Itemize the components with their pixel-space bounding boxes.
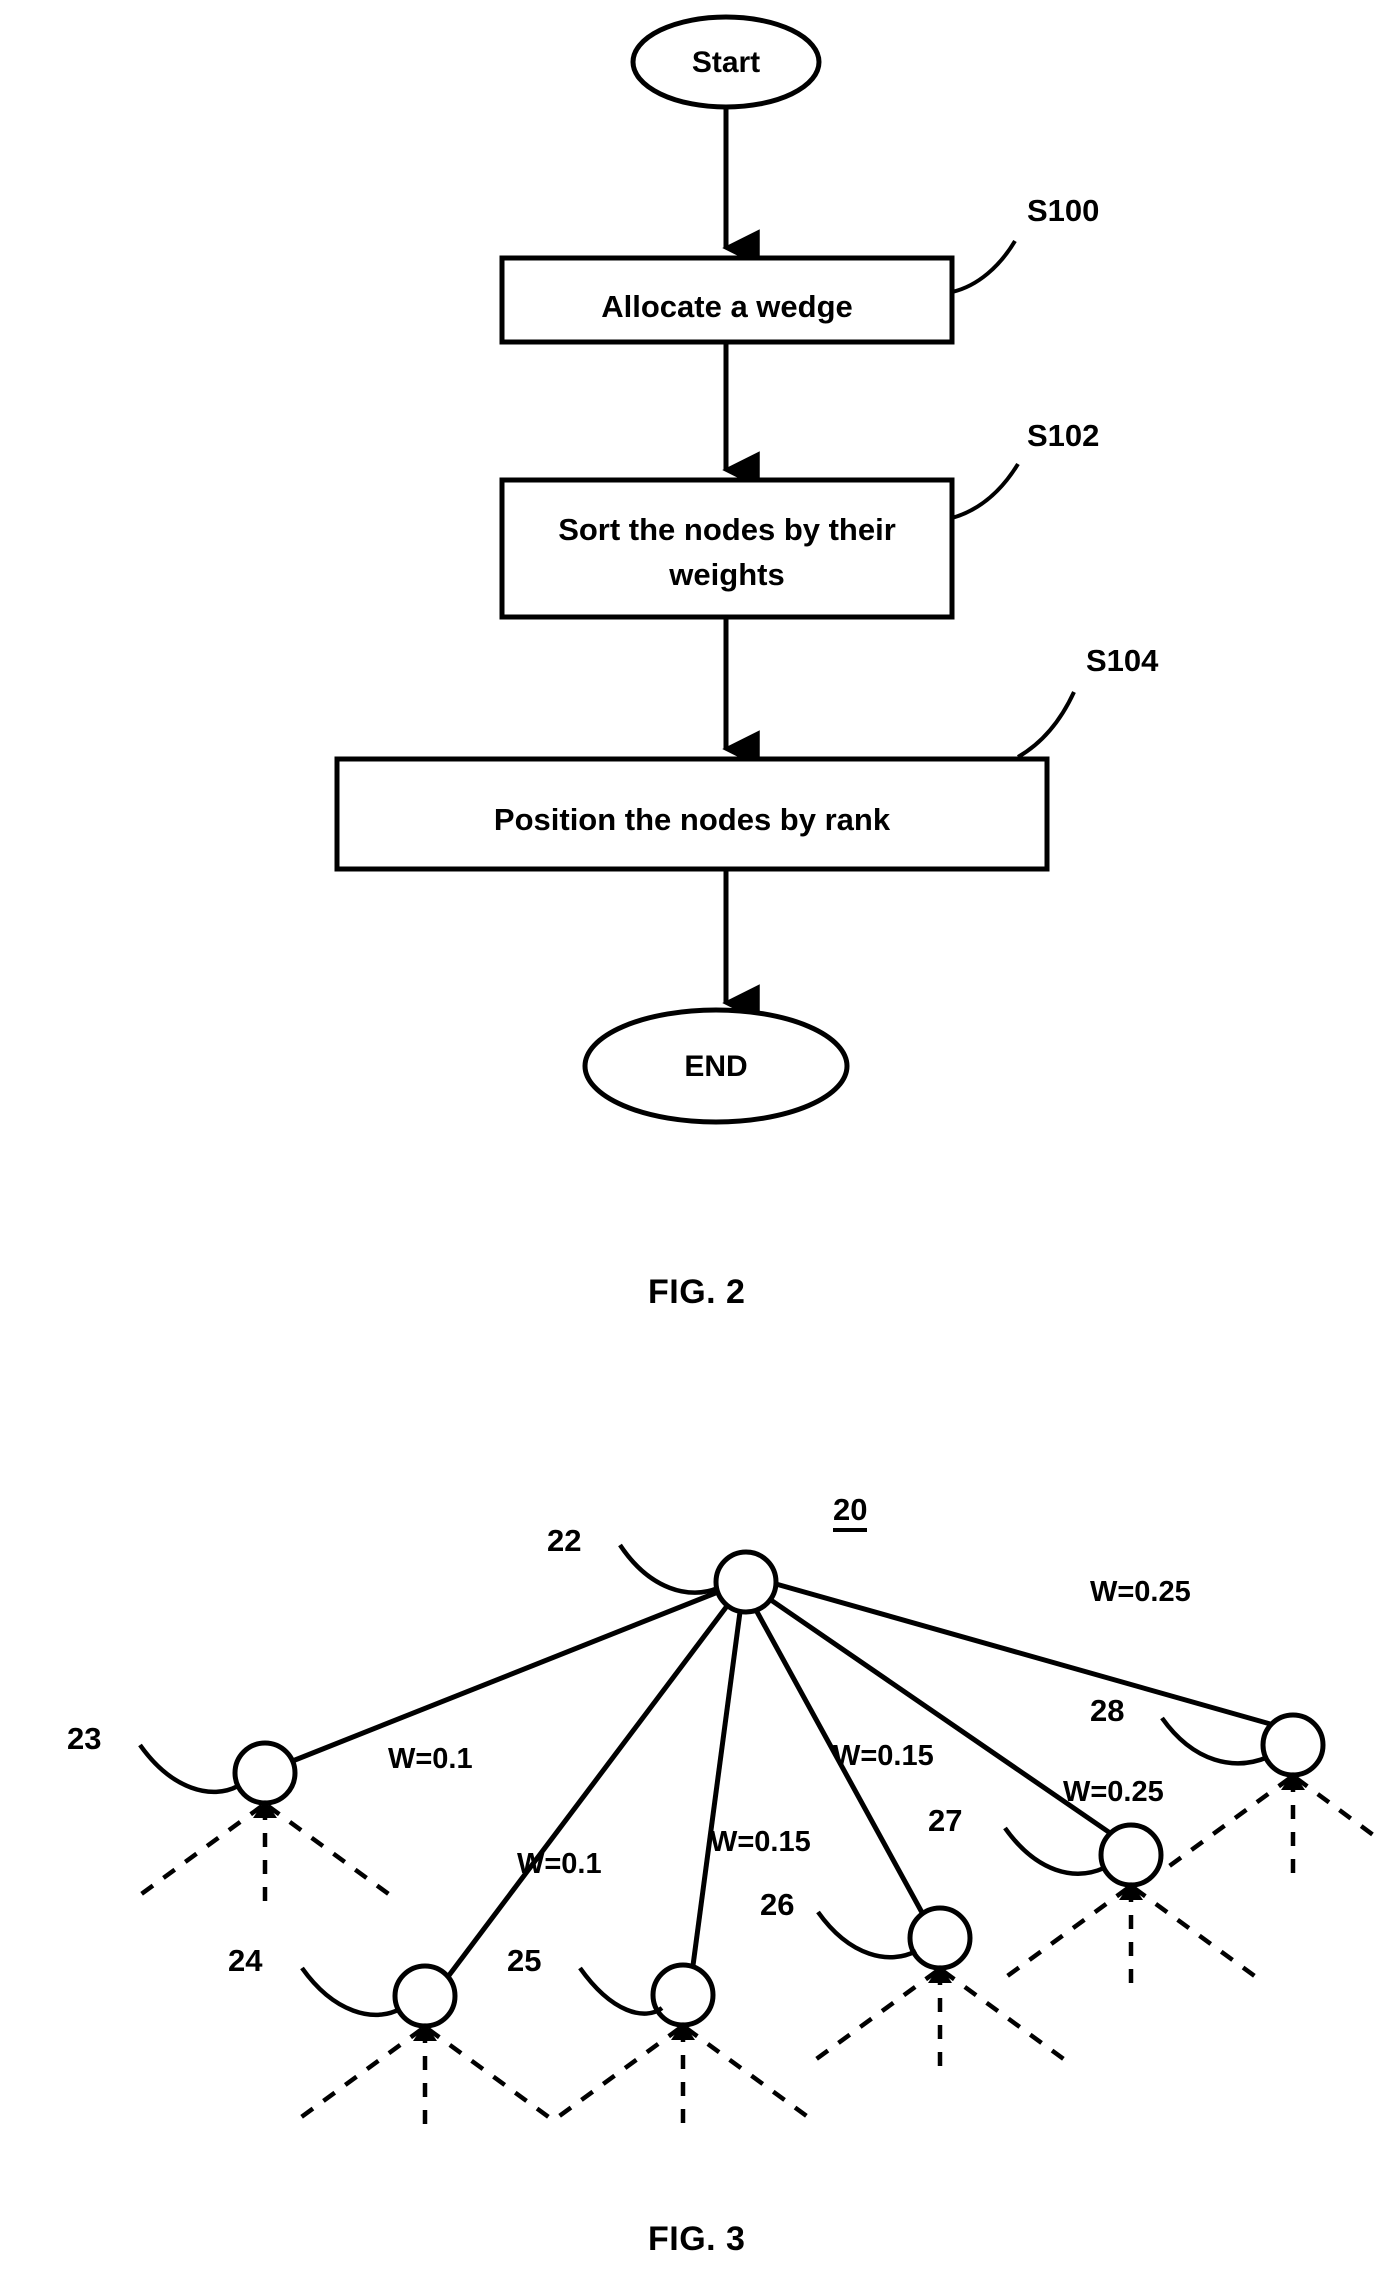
tree-node-ref-27: 27 (928, 1803, 963, 1838)
dashed-26-right (941, 1969, 1067, 2062)
start-terminator-label: Start (691, 46, 761, 79)
dashed-27-left (1004, 1886, 1130, 1979)
tree-node-ref-26: 26 (760, 1887, 795, 1922)
edge-weight-label-25: W=0.15 (710, 1826, 811, 1858)
dashed-23-left (138, 1804, 264, 1897)
leader-line-28 (1160, 1716, 1269, 1766)
dashed-28-right (1294, 1776, 1382, 1842)
edge-root-to-25 (689, 1611, 743, 1974)
leader-line-s100 (951, 239, 1017, 294)
step-ref-s104: S104 (1086, 643, 1159, 678)
dashed-24-right (426, 2027, 552, 2120)
edge-root-to-24 (445, 1604, 729, 1980)
process-box-s104-label: Position the nodes by rank (493, 802, 891, 837)
tree-node-ref-28: 28 (1090, 1693, 1125, 1728)
leader-line-26 (816, 1910, 918, 1960)
step-ref-s102: S102 (1027, 418, 1100, 453)
edge-weight-label-28: W=0.25 (1090, 1576, 1191, 1608)
end-terminator-label: END (684, 1050, 748, 1083)
tree-node-ref-24: 24 (228, 1943, 263, 1978)
tree-diagram-ref-20: 20 (833, 1494, 868, 1532)
tree-node-25-shape (650, 1962, 716, 2028)
leader-line-24 (300, 1966, 402, 2018)
dashed-26-left (813, 1969, 939, 2062)
leader-line-25 (578, 1966, 664, 2016)
tree-node-27-shape (1098, 1822, 1164, 1888)
edge-root-to-27 (766, 1595, 1115, 1838)
tree-node-root-shape (713, 1549, 779, 1615)
step-ref-s100: S100 (1027, 193, 1100, 228)
process-box-s102-label: Sort the nodes by their weights (558, 512, 896, 592)
dashed-27-right (1132, 1886, 1258, 1979)
dashed-25-right (684, 2026, 810, 2119)
dashed-23-right (266, 1804, 392, 1897)
edge-weight-label-26: W=0.15 (833, 1740, 934, 1772)
dashed-24-left (298, 2027, 424, 2120)
process-box-s100-label: Allocate a wedge (601, 289, 853, 324)
tree-node-ref-22: 22 (547, 1523, 582, 1558)
leader-line-s102 (951, 462, 1020, 520)
edge-weight-label-23: W=0.1 (388, 1743, 473, 1775)
tree-node-ref-25: 25 (507, 1943, 542, 1978)
edge-weight-label-27: W=0.25 (1063, 1776, 1164, 1808)
tree-node-24-shape (392, 1963, 458, 2029)
edge-weight-label-24: W=0.1 (517, 1848, 602, 1880)
edge-root-to-23 (289, 1589, 719, 1765)
dashed-25-left (556, 2026, 682, 2119)
figure-caption-2: FIG. 2 (648, 1273, 746, 1311)
leader-line-23 (138, 1743, 240, 1795)
tree-node-23-shape (232, 1740, 298, 1806)
leader-line-s104 (1016, 691, 1076, 759)
leader-line-22 (618, 1543, 719, 1595)
figure-canvas (138, 14, 1382, 2135)
leader-line-27 (1003, 1826, 1105, 1876)
tree-node-28-shape (1260, 1712, 1326, 1778)
dashed-28-left (1166, 1776, 1292, 1869)
tree-node-26-shape (907, 1905, 973, 1971)
tree-node-ref-23: 23 (67, 1721, 102, 1756)
figure-caption-3: FIG. 3 (648, 2220, 746, 2258)
